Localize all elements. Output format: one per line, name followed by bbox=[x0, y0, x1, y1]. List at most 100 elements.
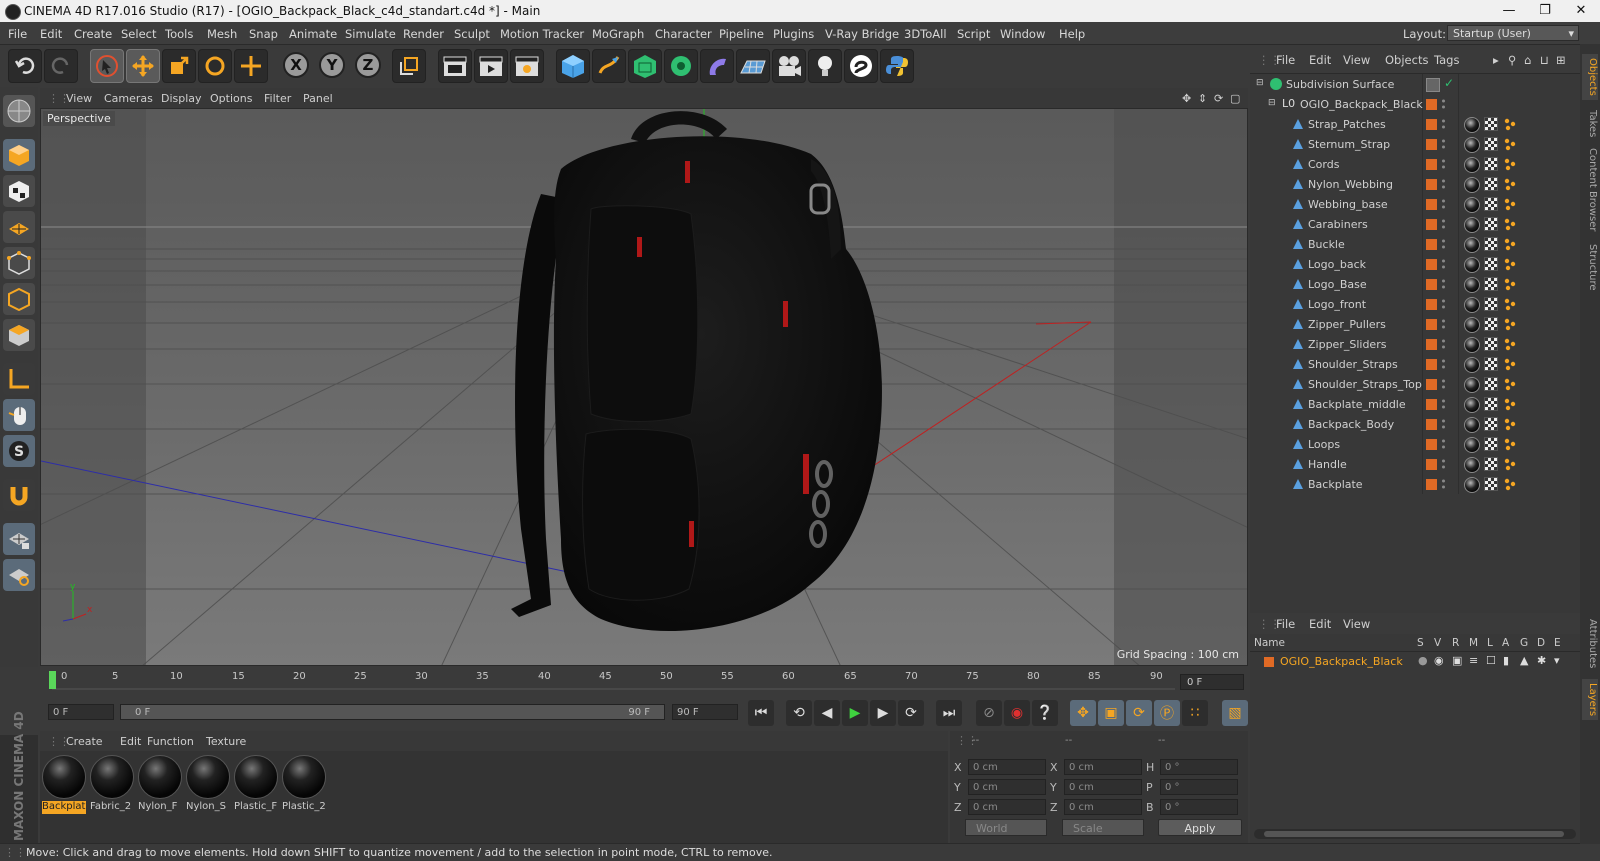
key-rotation-button[interactable]: ⟳ bbox=[1126, 700, 1152, 726]
selection-tag-icon[interactable] bbox=[1503, 177, 1517, 191]
material-tag-icon[interactable] bbox=[1464, 137, 1480, 153]
collapse-icon[interactable]: ⊟ bbox=[1256, 78, 1264, 88]
layer-color-icon[interactable] bbox=[1426, 379, 1437, 390]
material-tag-icon[interactable] bbox=[1464, 197, 1480, 213]
layer-color-icon[interactable] bbox=[1426, 359, 1437, 370]
visibility-dots-icon[interactable] bbox=[1441, 138, 1446, 150]
next-frame-button[interactable]: ▶ bbox=[870, 700, 896, 726]
tab-content-browser[interactable]: Content Browser bbox=[1582, 148, 1598, 231]
start-frame-field[interactable]: 0 F bbox=[48, 704, 114, 720]
menu-file[interactable]: File bbox=[8, 27, 27, 41]
menu-pipeline[interactable]: Pipeline bbox=[719, 27, 764, 41]
menu-edit[interactable]: Edit bbox=[40, 27, 62, 41]
next-key-button[interactable]: ⟳ bbox=[898, 700, 924, 726]
selection-tag-icon[interactable] bbox=[1503, 437, 1517, 451]
material-tag-icon[interactable] bbox=[1464, 397, 1480, 413]
position-x-field[interactable]: 0 cm bbox=[968, 759, 1046, 775]
layer-column-solo[interactable]: S bbox=[1417, 637, 1424, 649]
uvw-tag-icon[interactable] bbox=[1484, 277, 1498, 291]
material-menu-function[interactable]: Function bbox=[147, 735, 194, 748]
layer-color-icon[interactable] bbox=[1426, 179, 1437, 190]
new-window-icon[interactable]: ⊞ bbox=[1556, 53, 1566, 67]
scrollbar-thumb[interactable] bbox=[1264, 831, 1564, 837]
tab-layers[interactable]: Layers bbox=[1582, 679, 1598, 721]
selection-tag-icon[interactable] bbox=[1503, 377, 1517, 391]
camera-label[interactable]: Perspective bbox=[43, 111, 115, 126]
selection-tag-icon[interactable] bbox=[1503, 257, 1517, 271]
object-row-subdivision-surface[interactable]: ⊟ Subdivision Surface ✓ bbox=[1250, 75, 1580, 94]
layer-color-icon[interactable] bbox=[1426, 459, 1437, 470]
layer-column-deformers[interactable]: D bbox=[1537, 637, 1545, 649]
object-row[interactable]: Cords bbox=[1250, 155, 1580, 174]
add-deformer-button[interactable] bbox=[700, 49, 734, 83]
material-menu-create[interactable]: Create bbox=[66, 735, 103, 748]
layer-color-icon[interactable] bbox=[1426, 99, 1437, 110]
viewport-menu-options[interactable]: Options bbox=[210, 92, 252, 105]
object-row[interactable]: Webbing_base bbox=[1250, 195, 1580, 214]
magnet-button[interactable] bbox=[3, 479, 35, 511]
filter-icon[interactable]: ⊔ bbox=[1540, 53, 1549, 67]
uvw-tag-icon[interactable] bbox=[1484, 377, 1498, 391]
expression-icon[interactable]: ▾ bbox=[1554, 654, 1560, 667]
selection-tag-icon[interactable] bbox=[1503, 297, 1517, 311]
key-parameter-button[interactable]: Ⓟ bbox=[1154, 700, 1180, 726]
maximize-button[interactable]: ❐ bbox=[1528, 2, 1562, 20]
add-camera-button[interactable] bbox=[772, 49, 806, 83]
timeline-window-button[interactable]: ▧ bbox=[1222, 700, 1248, 726]
material-swatch[interactable]: Nylon_S bbox=[186, 755, 230, 813]
layer-color-icon[interactable] bbox=[1426, 319, 1437, 330]
layer-color-icon[interactable] bbox=[1264, 657, 1274, 667]
layer-column-expressions[interactable]: E bbox=[1554, 637, 1561, 649]
object-menu-view[interactable]: View bbox=[1343, 53, 1370, 67]
visibility-dots-icon[interactable] bbox=[1441, 278, 1446, 290]
material-menu-edit[interactable]: Edit bbox=[120, 735, 141, 748]
layer-color-icon[interactable] bbox=[1426, 419, 1437, 430]
x-axis-button[interactable]: X bbox=[280, 49, 312, 81]
uvw-tag-icon[interactable] bbox=[1484, 257, 1498, 271]
layer-column-generators[interactable]: G bbox=[1520, 637, 1528, 649]
previous-frame-button[interactable]: ◀ bbox=[814, 700, 840, 726]
material-tag-icon[interactable] bbox=[1464, 437, 1480, 453]
material-tag-icon[interactable] bbox=[1464, 337, 1480, 353]
selection-tag-icon[interactable] bbox=[1503, 357, 1517, 371]
edges-mode-button[interactable] bbox=[3, 283, 35, 315]
horizontal-scrollbar[interactable] bbox=[1254, 829, 1576, 839]
visibility-dots-icon[interactable] bbox=[1441, 458, 1446, 470]
uvw-tag-icon[interactable] bbox=[1484, 177, 1498, 191]
material-swatch[interactable]: Plastic_F bbox=[234, 755, 278, 813]
material-tag-icon[interactable] bbox=[1464, 457, 1480, 473]
material-tag-icon[interactable] bbox=[1464, 357, 1480, 373]
menu-character[interactable]: Character bbox=[655, 27, 712, 41]
locked-workplane-button[interactable] bbox=[3, 523, 35, 555]
tab-takes[interactable]: Takes bbox=[1582, 110, 1598, 137]
layout-select[interactable]: Startup (User) ▾ bbox=[1447, 25, 1579, 41]
selection-tag-icon[interactable] bbox=[1503, 417, 1517, 431]
manager-icon[interactable]: ≡ bbox=[1469, 654, 1478, 667]
object-row[interactable]: Logo_front bbox=[1250, 295, 1580, 314]
keyframe-selection-button[interactable]: ❔ bbox=[1032, 700, 1058, 726]
coordinate-system-button[interactable] bbox=[392, 49, 426, 83]
scale-tool-button[interactable] bbox=[162, 49, 196, 83]
object-row-backpack-group[interactable]: ⊟ L0 OGIO_Backpack_Black bbox=[1250, 95, 1580, 114]
material-swatch[interactable]: Plastic_2 bbox=[282, 755, 326, 813]
add-mograph-button[interactable] bbox=[664, 49, 698, 83]
viewport-zoom-icon[interactable]: ⇕ bbox=[1198, 92, 1207, 105]
planar-workplane-button[interactable] bbox=[3, 559, 35, 591]
redo-button[interactable] bbox=[44, 49, 78, 83]
rotate-tool-button[interactable] bbox=[198, 49, 232, 83]
make-editable-button[interactable] bbox=[3, 95, 35, 127]
layer-color-icon[interactable] bbox=[1426, 119, 1437, 130]
go-to-end-button[interactable]: ⏭ bbox=[936, 700, 962, 726]
minimize-button[interactable]: — bbox=[1492, 2, 1526, 20]
menu-create[interactable]: Create bbox=[74, 27, 112, 41]
selection-tag-icon[interactable] bbox=[1503, 397, 1517, 411]
texture-mode-button[interactable] bbox=[3, 175, 35, 207]
visibility-dots-icon[interactable] bbox=[1441, 338, 1446, 350]
selection-tag-icon[interactable] bbox=[1503, 237, 1517, 251]
material-swatch[interactable]: Backplat bbox=[42, 755, 86, 814]
material-tag-icon[interactable] bbox=[1464, 277, 1480, 293]
selection-tag-icon[interactable] bbox=[1503, 217, 1517, 231]
solo-icon[interactable]: ● bbox=[1418, 654, 1428, 667]
layer-color-icon[interactable] bbox=[1426, 299, 1437, 310]
world-select[interactable]: World bbox=[965, 819, 1047, 836]
